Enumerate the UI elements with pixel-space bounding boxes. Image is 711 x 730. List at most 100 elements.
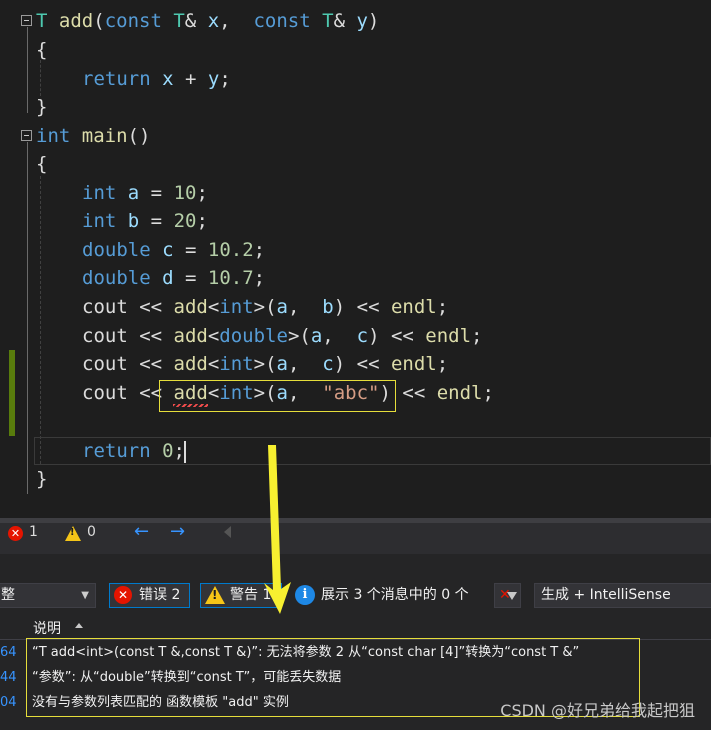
code-token: () xyxy=(127,125,151,147)
code-token: ) << xyxy=(368,325,426,347)
code-token: , xyxy=(287,353,323,375)
warning-count[interactable]: 0 xyxy=(87,524,96,540)
error-code: 64 xyxy=(0,645,17,660)
code-line-return-zero[interactable]: return 0; xyxy=(82,437,185,466)
code-line-main-open-brace[interactable]: { xyxy=(36,150,47,179)
code-token: < xyxy=(207,296,220,318)
warnings-filter-button[interactable]: ! 警告 1 xyxy=(200,583,282,608)
clear-filter-button[interactable]: ✕ xyxy=(494,583,521,608)
navigate-back-icon[interactable]: ← xyxy=(134,521,149,542)
code-token: return xyxy=(82,440,151,462)
code-line-decl-double-d[interactable]: double d = 10.7; xyxy=(82,264,265,293)
code-token: { xyxy=(36,39,48,61)
code-token: ( xyxy=(93,10,105,32)
code-token: 10.2 xyxy=(207,239,254,261)
code-token: 0 xyxy=(162,440,174,462)
code-token: a xyxy=(276,296,288,318)
error-count[interactable]: 1 xyxy=(29,524,38,540)
code-token: main xyxy=(81,125,128,147)
build-filter-dropdown[interactable]: 生成 + IntelliSense xyxy=(534,583,711,608)
code-token: & xyxy=(184,10,208,32)
filter-icon xyxy=(507,592,517,600)
code-token: ; xyxy=(436,296,449,318)
code-token: double xyxy=(82,239,151,261)
fold-line xyxy=(27,142,28,494)
code-token: T xyxy=(322,10,334,32)
code-token: cout << xyxy=(82,296,174,318)
code-token: + xyxy=(173,68,208,90)
code-token: add xyxy=(58,10,94,32)
watermark: CSDN @好兄弟给我起把狙 xyxy=(500,701,695,720)
code-token: 20 xyxy=(173,210,197,232)
code-token: a xyxy=(127,182,140,204)
code-token: endl xyxy=(390,296,437,318)
error-icon[interactable]: ✕ xyxy=(8,526,23,541)
code-token: c xyxy=(322,353,334,375)
column-header-description[interactable]: 说明 xyxy=(33,618,61,638)
messages-filter-button[interactable]: i 展示 3 个消息中的 0 个 xyxy=(292,583,482,608)
change-indicator xyxy=(9,350,15,436)
code-line-main-signature[interactable]: int main() xyxy=(36,122,150,151)
scroll-left-icon[interactable] xyxy=(224,526,231,538)
code-line-function-open-brace[interactable]: { xyxy=(36,36,47,65)
code-token: = xyxy=(173,267,208,289)
code-token: = xyxy=(139,182,174,204)
code-token: endl xyxy=(390,353,437,375)
code-line-function-close-brace[interactable]: } xyxy=(36,93,47,122)
code-token: , xyxy=(322,325,357,347)
code-token: ) << xyxy=(333,353,391,375)
collapse-main-icon[interactable] xyxy=(21,130,32,141)
code-token: < xyxy=(207,353,220,375)
code-token: { xyxy=(36,153,48,175)
errors-filter-button[interactable]: ✕ 错误 2 xyxy=(109,583,190,608)
code-token: c xyxy=(162,239,174,261)
info-icon: i xyxy=(295,585,315,605)
code-token: double xyxy=(219,325,288,347)
warning-mark: ! xyxy=(70,527,75,538)
code-line-return-sum[interactable]: return x + y; xyxy=(82,65,231,94)
code-token: >( xyxy=(287,325,311,347)
code-token: add xyxy=(173,353,208,375)
code-line-main-close-brace[interactable]: } xyxy=(36,465,47,494)
code-line-decl-int-b[interactable]: int b = 20; xyxy=(82,207,208,236)
error-list-toolbar: 整 ▼ ✕ 错误 2 ! 警告 1 i 展示 3 个消息中的 0 个 ✕ 生成 … xyxy=(0,575,711,615)
sort-ascending-icon xyxy=(75,623,83,628)
column-header[interactable]: 说明 xyxy=(0,615,711,640)
build-filter-value: 生成 + IntelliSense xyxy=(541,587,671,603)
error-code: 44 xyxy=(0,670,17,685)
code-token: , xyxy=(219,10,254,32)
code-line-cout-add-int-ac[interactable]: cout << add<int>(a, c) << endl; xyxy=(82,350,448,379)
code-token: ; xyxy=(436,353,449,375)
code-token: >( xyxy=(253,296,277,318)
code-line-decl-int-a[interactable]: int a = 10; xyxy=(82,179,208,208)
code-token: c xyxy=(356,325,369,347)
code-editor[interactable]: T add(const T& x, const T& y) { return x +… xyxy=(0,0,711,518)
collapse-function-icon[interactable] xyxy=(21,15,32,26)
code-line-cout-add-int-ab[interactable]: cout << add<int>(a, b) << endl; xyxy=(82,293,448,322)
code-token: return xyxy=(82,68,151,90)
code-token: >( xyxy=(253,353,277,375)
code-token: T xyxy=(36,10,48,32)
code-line-cout-add-double-ac[interactable]: cout << add<double>(a, c) << endl; xyxy=(82,322,482,351)
code-token: ; xyxy=(219,68,231,90)
indent-guide xyxy=(40,60,41,96)
error-icon: ✕ xyxy=(114,586,132,604)
horizontal-scrollbar[interactable] xyxy=(0,518,711,523)
code-token: T xyxy=(173,10,185,32)
code-line-function-signature[interactable]: T add(const T& x, const T& y) xyxy=(36,7,379,36)
fold-line xyxy=(27,27,28,113)
navigate-forward-icon[interactable]: → xyxy=(170,521,185,542)
scope-dropdown[interactable]: 整 ▼ xyxy=(0,583,96,608)
code-token: } xyxy=(36,96,48,118)
code-token: ; xyxy=(196,210,208,232)
code-line-decl-double-c[interactable]: double c = 10.2; xyxy=(82,236,265,265)
indent-guide xyxy=(40,176,41,464)
code-token: , xyxy=(287,296,323,318)
scope-value: 整 xyxy=(1,587,15,603)
